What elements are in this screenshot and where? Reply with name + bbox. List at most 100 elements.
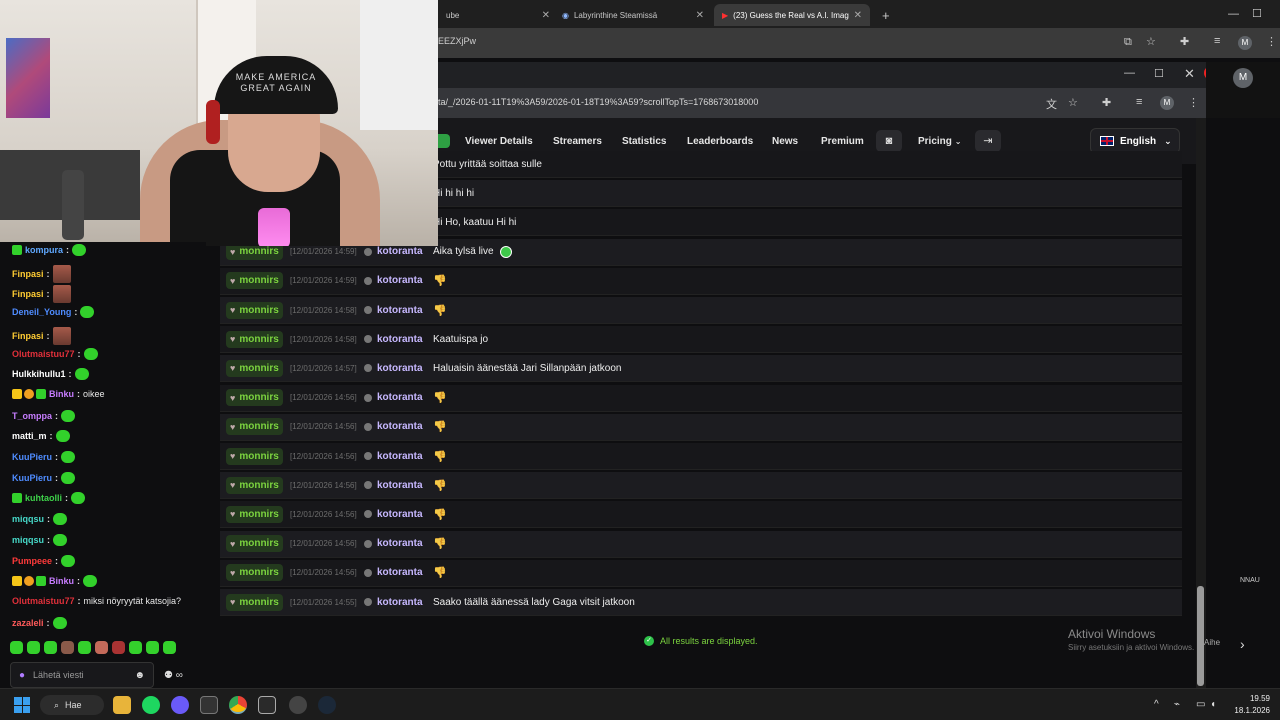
chat-username[interactable]: Finpasi bbox=[12, 289, 44, 299]
emoji-icon[interactable]: ☻ bbox=[134, 670, 145, 681]
chat-username[interactable]: Hulkkihullu1 bbox=[12, 369, 66, 379]
channel-badge[interactable]: ♥monnirs bbox=[226, 535, 283, 553]
install-icon[interactable]: ⧉ bbox=[1124, 36, 1132, 49]
mic-icon[interactable]: ● bbox=[19, 670, 25, 681]
message-username[interactable]: kotoranta bbox=[377, 363, 423, 374]
message-username[interactable]: kotoranta bbox=[377, 597, 423, 608]
extensions-icon[interactable]: ✚ bbox=[1180, 35, 1189, 48]
chat-username[interactable]: miqqsu bbox=[12, 535, 44, 545]
emote-icon[interactable] bbox=[78, 641, 91, 654]
message-username[interactable]: kotoranta bbox=[377, 275, 423, 286]
chat-username[interactable]: kompura bbox=[25, 245, 63, 255]
chevron-right-icon[interactable]: › bbox=[1240, 636, 1245, 652]
windows-start-icon[interactable] bbox=[14, 697, 30, 713]
chrome-icon[interactable] bbox=[229, 696, 247, 714]
steam-icon[interactable] bbox=[318, 696, 336, 714]
chat-username[interactable]: KuuPieru bbox=[12, 452, 52, 462]
taskbar-clock[interactable]: 19.59 18.1.2026 bbox=[1228, 693, 1270, 717]
chat-username[interactable]: Deneil_Young bbox=[12, 307, 71, 317]
message-username[interactable]: kotoranta bbox=[377, 421, 423, 432]
close-icon[interactable]: ✕ bbox=[854, 10, 862, 21]
message-username[interactable]: kotoranta bbox=[377, 392, 423, 403]
nav-leaderboards[interactable]: Leaderboards bbox=[687, 136, 753, 147]
message-username[interactable]: kotoranta bbox=[377, 480, 423, 491]
channel-badge[interactable]: ♥monnirs bbox=[226, 447, 283, 465]
obs-icon[interactable] bbox=[289, 696, 307, 714]
message-username[interactable]: kotoranta bbox=[377, 246, 423, 257]
emote-icon[interactable] bbox=[146, 641, 159, 654]
message-username[interactable]: kotoranta bbox=[377, 538, 423, 549]
channel-badge[interactable]: ♥monnirs bbox=[226, 505, 283, 523]
chat-username[interactable]: Binku bbox=[49, 576, 74, 586]
outer-tab-2[interactable]: ◉ Labyrinthine Steamissä ✕ bbox=[554, 4, 712, 26]
emote-icon[interactable] bbox=[27, 641, 40, 654]
chevron-up-icon[interactable]: ^ bbox=[1154, 699, 1159, 710]
discord-icon[interactable]: ◙ bbox=[876, 130, 902, 152]
menu-icon[interactable]: ⋮ bbox=[1266, 35, 1277, 48]
media-icon[interactable]: ≡ bbox=[1136, 96, 1142, 108]
star-icon[interactable]: ☆ bbox=[1146, 35, 1156, 48]
spotify-icon[interactable] bbox=[142, 696, 160, 714]
minimize-icon[interactable]: — bbox=[1228, 8, 1239, 20]
emote-icon[interactable] bbox=[61, 641, 74, 654]
media-icon[interactable]: ≡ bbox=[1214, 35, 1220, 47]
bits-icon[interactable]: ⚉ ∞ bbox=[164, 670, 183, 681]
emote-icon[interactable] bbox=[163, 641, 176, 654]
translate-icon[interactable]: 文 bbox=[1046, 96, 1057, 112]
new-tab-button[interactable]: + bbox=[874, 4, 894, 26]
close-icon[interactable]: ✕ bbox=[542, 10, 550, 21]
channel-badge[interactable]: ♥monnirs bbox=[226, 593, 283, 611]
star-icon[interactable]: ☆ bbox=[1068, 96, 1078, 109]
channel-badge[interactable]: ♥monnirs bbox=[226, 330, 283, 348]
channel-badge[interactable]: ♥monnirs bbox=[226, 359, 283, 377]
channel-badge[interactable]: ♥monnirs bbox=[226, 418, 283, 436]
channel-badge[interactable]: ♥monnirs bbox=[226, 389, 283, 407]
volume-icon[interactable]: ◖ bbox=[1210, 699, 1216, 710]
chat-input[interactable]: ● Lähetä viesti ☻ bbox=[10, 662, 154, 688]
file-explorer-icon[interactable] bbox=[113, 696, 131, 714]
maximize-icon[interactable]: ☐ bbox=[1252, 7, 1262, 20]
emote-icon[interactable] bbox=[44, 641, 57, 654]
menu-icon[interactable]: ⋮ bbox=[1188, 96, 1199, 109]
app-icon[interactable] bbox=[200, 696, 218, 714]
close-icon[interactable]: ✕ bbox=[696, 10, 704, 21]
chat-username[interactable]: Olutmaistuu77 bbox=[12, 349, 75, 359]
chat-username[interactable]: Finpasi bbox=[12, 331, 44, 341]
inner-address-text[interactable]: ta/_/2026-01-11T19%3A59/2026-01-18T19%3A… bbox=[438, 97, 758, 107]
login-icon[interactable]: ⇥ bbox=[975, 130, 1001, 152]
scrollbar-thumb[interactable] bbox=[1197, 586, 1204, 686]
nav-premium[interactable]: Premium bbox=[821, 136, 864, 147]
nav-news[interactable]: News bbox=[772, 136, 798, 147]
nav-streamers[interactable]: Streamers bbox=[553, 136, 602, 147]
side-profile-avatar[interactable]: M bbox=[1233, 68, 1253, 88]
chat-username[interactable]: miqqsu bbox=[12, 514, 44, 524]
chat-username[interactable]: KuuPieru bbox=[12, 473, 52, 483]
inner-profile-avatar[interactable]: M bbox=[1160, 96, 1174, 110]
channel-badge[interactable]: ♥monnirs bbox=[226, 476, 283, 494]
message-username[interactable]: kotoranta bbox=[377, 567, 423, 578]
message-username[interactable]: kotoranta bbox=[377, 509, 423, 520]
message-username[interactable]: kotoranta bbox=[377, 334, 423, 345]
chat-username[interactable]: Olutmaistuu77 bbox=[12, 596, 75, 606]
nav-statistics[interactable]: Statistics bbox=[622, 136, 666, 147]
message-username[interactable]: kotoranta bbox=[377, 305, 423, 316]
extensions-icon[interactable]: ✚ bbox=[1102, 96, 1111, 109]
chat-username[interactable]: kuhtaolli bbox=[25, 493, 62, 503]
taskbar-search[interactable]: ⌕ Hae bbox=[40, 695, 104, 715]
nav-pricing[interactable]: Pricing ⌄ bbox=[918, 136, 961, 147]
emote-icon[interactable] bbox=[112, 641, 125, 654]
chat-username[interactable]: zazaleli bbox=[12, 618, 44, 628]
logo[interactable] bbox=[438, 134, 450, 148]
emote-icon[interactable] bbox=[10, 641, 23, 654]
network-icon[interactable]: ⌁ bbox=[1174, 699, 1180, 710]
monitor-icon[interactable]: ▭ bbox=[1196, 699, 1205, 710]
channel-badge[interactable]: ♥monnirs bbox=[226, 272, 283, 290]
minimize-icon[interactable]: — bbox=[1124, 67, 1135, 79]
channel-badge[interactable]: ♥monnirs bbox=[226, 301, 283, 319]
app-icon[interactable] bbox=[258, 696, 276, 714]
discord-icon[interactable] bbox=[171, 696, 189, 714]
outer-tab-3[interactable]: ▶ (23) Guess the Real vs A.I. Imag ✕ bbox=[714, 4, 870, 26]
chat-username[interactable]: T_omppa bbox=[12, 411, 52, 421]
emote-icon[interactable] bbox=[95, 641, 108, 654]
chat-username[interactable]: Finpasi bbox=[12, 269, 44, 279]
